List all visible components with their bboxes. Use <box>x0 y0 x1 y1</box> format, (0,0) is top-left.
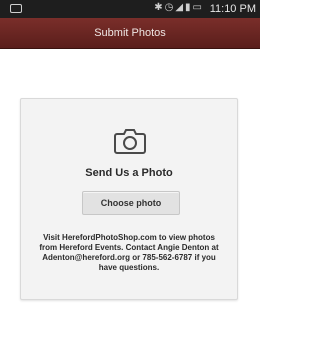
status-icons: ✱◷◢▮▭ <box>154 2 204 13</box>
page-title: Submit Photos <box>94 27 166 39</box>
upload-card: Send Us a Photo Choose photo Visit Heref… <box>20 98 238 300</box>
info-text: Visit HerefordPhotoShop.com to view phot… <box>39 233 219 272</box>
status-bar: ✱◷◢▮▭ 11:10 PM <box>0 0 260 18</box>
status-time: 11:10 PM <box>209 3 256 15</box>
camera-icon <box>114 129 146 154</box>
battery-icon: ▭ <box>192 2 204 13</box>
page-header: Submit Photos <box>0 18 260 49</box>
wifi-icon: ◢ <box>175 2 186 13</box>
alarm-icon: ◷ <box>164 2 176 13</box>
choose-photo-button[interactable]: Choose photo <box>82 191 180 215</box>
card-title: Send Us a Photo <box>85 167 173 179</box>
notification-icon <box>10 4 22 13</box>
bluetooth-icon: ✱ <box>154 2 165 13</box>
signal-icon: ▮ <box>185 2 193 13</box>
